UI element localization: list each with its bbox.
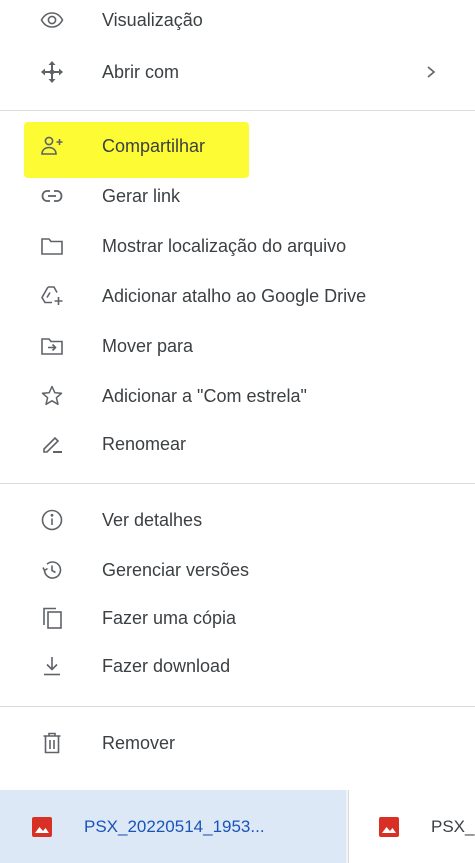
person-add-icon [40, 134, 64, 158]
menu-item-label: Fazer uma cópia [102, 608, 237, 628]
pencil-icon [40, 432, 64, 456]
history-icon [40, 558, 64, 582]
image-file-icon [32, 816, 52, 837]
chevron-right-icon [424, 63, 438, 81]
menu-item-label: Fazer download [102, 656, 231, 676]
menu-item-label: Abrir com [102, 62, 180, 82]
star-outline-icon [40, 384, 64, 408]
menu-item-fazer-copia[interactable]: Fazer uma cópia [0, 594, 475, 642]
menu-item-mostrar-localizacao[interactable]: Mostrar localização do arquivo [0, 222, 475, 270]
menu-item-gerar-link[interactable]: Gerar link [0, 172, 475, 220]
file-name: PSX_20220514_1953... [84, 816, 265, 836]
menu-divider [0, 706, 475, 707]
menu-item-label: Mover para [102, 336, 194, 356]
image-file-icon [379, 816, 399, 837]
menu-item-mover-para[interactable]: Mover para [0, 322, 475, 370]
trash-icon [40, 731, 64, 755]
move-arrows-icon [40, 60, 64, 84]
menu-item-com-estrela[interactable]: Adicionar a "Com estrela" [0, 372, 475, 420]
drive-shortcut-add-icon [40, 284, 64, 308]
menu-item-remover[interactable]: Remover [0, 719, 475, 767]
menu-item-label: Renomear [102, 434, 187, 454]
menu-item-adicionar-atalho[interactable]: Adicionar atalho ao Google Drive [0, 272, 475, 320]
menu-item-ver-detalhes[interactable]: Ver detalhes [0, 496, 475, 544]
context-menu: Visualização Abrir com Compartilhar Gera… [0, 0, 475, 790]
menu-item-label: Gerar link [102, 186, 181, 206]
menu-item-label: Ver detalhes [102, 510, 203, 530]
info-icon [40, 508, 64, 532]
folder-icon [40, 234, 64, 258]
menu-item-label: Remover [102, 733, 176, 753]
eye-icon [40, 8, 64, 32]
menu-item-renomear[interactable]: Renomear [0, 420, 475, 468]
menu-item-label: Adicionar atalho ao Google Drive [102, 286, 367, 306]
file-bar: PSX_20220514_1953... PSX_ [0, 790, 475, 863]
menu-divider [0, 110, 475, 111]
menu-item-label: Visualização [102, 10, 203, 30]
file-tab[interactable]: PSX_ [348, 790, 475, 863]
menu-item-label: Compartilhar [102, 136, 206, 156]
menu-item-gerenciar-versoes[interactable]: Gerenciar versões [0, 546, 475, 594]
menu-divider [0, 483, 475, 484]
folder-move-icon [40, 334, 64, 358]
menu-item-compartilhar[interactable]: Compartilhar [0, 122, 475, 170]
file-name: PSX_ [431, 816, 475, 836]
menu-item-label: Mostrar localização do arquivo [102, 236, 347, 256]
copy-icon [40, 606, 64, 630]
menu-item-label: Gerenciar versões [102, 560, 250, 580]
menu-item-fazer-download[interactable]: Fazer download [0, 642, 475, 690]
download-icon [40, 654, 64, 678]
link-icon [40, 184, 64, 208]
menu-item-label: Adicionar a "Com estrela" [102, 386, 307, 406]
file-tab-active[interactable]: PSX_20220514_1953... [0, 790, 346, 863]
menu-item-abrir-com[interactable]: Abrir com [0, 48, 475, 96]
menu-item-visualizacao[interactable]: Visualização [0, 0, 475, 44]
